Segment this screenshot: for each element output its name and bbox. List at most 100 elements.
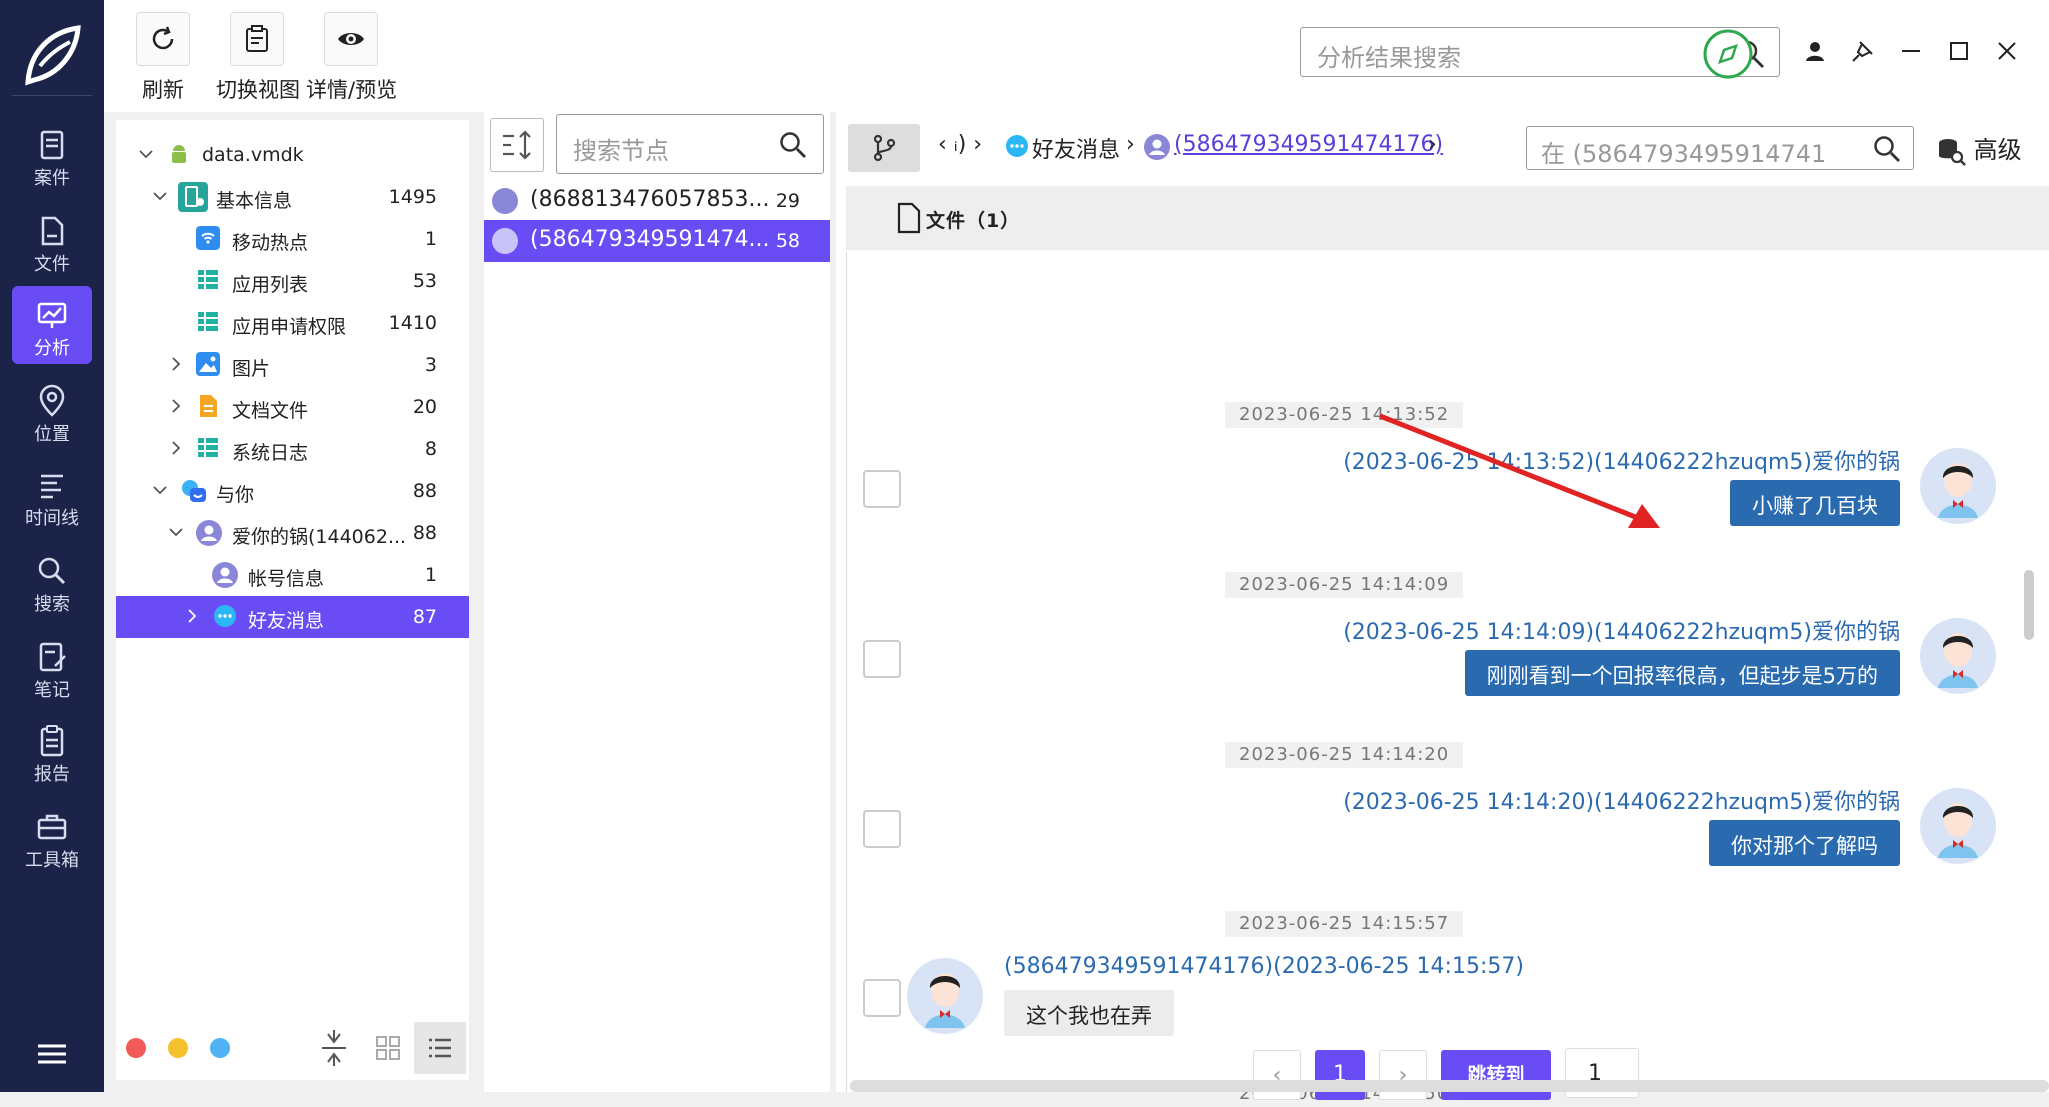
branch-button[interactable] <box>848 124 920 172</box>
message-checkbox[interactable] <box>863 470 901 508</box>
nav-file[interactable]: 文件 <box>12 202 92 280</box>
tree-row-system-log[interactable]: 系统日志 8 <box>116 428 469 470</box>
nav-case[interactable]: 案件 <box>12 116 92 194</box>
nav-analysis[interactable]: 分析 <box>12 286 92 364</box>
nav-report[interactable]: 报告 <box>12 712 92 790</box>
user-icon[interactable] <box>1800 36 1830 66</box>
status-pin-icon[interactable] <box>1702 28 1754 80</box>
chevron-down-icon[interactable] <box>138 146 154 162</box>
pin-icon[interactable] <box>1848 36 1878 66</box>
blue-status-dot[interactable] <box>210 1038 230 1058</box>
message-bubble[interactable]: 这个我也在弄 <box>1004 990 1174 1036</box>
user-avatar-icon <box>196 520 222 546</box>
next-page-button[interactable]: › <box>1379 1050 1427 1100</box>
chevron-right-icon[interactable] <box>168 398 184 414</box>
grid-view-icon[interactable] <box>374 1034 402 1062</box>
tree-row-hotspot[interactable]: 移动热点 1 <box>116 218 469 260</box>
breadcrumb-contact[interactable]: (586479349591474176) <box>1174 132 1443 157</box>
jump-to-page-button[interactable]: 跳转到 <box>1441 1050 1551 1100</box>
location-icon <box>39 384 65 417</box>
message-checkbox[interactable] <box>863 979 901 1017</box>
sort-button[interactable] <box>490 118 544 172</box>
chat-panel: ‹ ᵢ) › 好友消息 › (586479349591474176) › 在 (… <box>836 112 2049 1107</box>
list-icon <box>198 312 218 331</box>
advanced-search-button[interactable]: 高级 <box>1936 130 2022 166</box>
node-row[interactable]: (868813476057853... 29 <box>484 180 830 222</box>
nav-toolbox[interactable]: 工具箱 <box>12 798 92 876</box>
message-bubble[interactable]: 你对那个了解吗 <box>1709 820 1900 866</box>
node-row-count: 29 <box>775 190 800 212</box>
analysis-search-placeholder: 分析结果搜索 <box>1317 44 1461 72</box>
list-view-button[interactable] <box>414 1022 466 1074</box>
tree-row-label: 爱你的锅(144062... <box>232 526 407 548</box>
switch-view-label: 切换视图 <box>216 78 300 102</box>
chat-vertical-scrollbar[interactable] <box>2024 570 2034 640</box>
chevron-right-icon[interactable] <box>168 356 184 372</box>
chevron-down-icon[interactable] <box>152 482 168 498</box>
tree-row-documents[interactable]: 文档文件 20 <box>116 386 469 428</box>
nav-note-label: 笔记 <box>34 680 70 701</box>
chevron-down-icon[interactable] <box>168 524 184 540</box>
tree-row-account-info[interactable]: 帐号信息 1 <box>116 554 469 596</box>
tree-row-label: 与你 <box>216 484 255 506</box>
chevron-right-icon[interactable] <box>168 440 184 456</box>
tree-row-count: 88 <box>412 480 437 502</box>
detail-preview-label: 详情/预览 <box>306 78 398 102</box>
breadcrumb-next[interactable]: › <box>1428 132 1437 157</box>
message-bubble[interactable]: 刚刚看到一个回报率很高，但起步是5万的 <box>1464 650 1900 696</box>
file-attachment-bar[interactable]: 文件（1） <box>846 186 2049 250</box>
breadcrumb-prefix[interactable]: ‹ ᵢ) › <box>938 132 982 157</box>
prev-page-button[interactable]: ‹ <box>1253 1050 1301 1100</box>
breadcrumb-friend-messages[interactable]: 好友消息 <box>1032 132 1120 164</box>
node-row[interactable]: (586479349591474... 58 <box>484 220 830 262</box>
document-icon <box>200 395 217 417</box>
detail-preview-button[interactable] <box>324 12 378 66</box>
database-search-icon <box>1939 139 1966 166</box>
tree-row-basic-info[interactable]: 基本信息 1495 <box>116 176 469 218</box>
maximize-icon[interactable] <box>1944 36 1974 66</box>
red-status-dot[interactable] <box>126 1038 146 1058</box>
tree-row-count: 1410 <box>388 312 437 334</box>
tree-row-label: 应用申请权限 <box>232 316 347 338</box>
tree-row-images[interactable]: 图片 3 <box>116 344 469 386</box>
message-sender: (2023-06-25 14:14:20)(14406222hzuqm5)爱你的… <box>1343 790 1900 815</box>
tree-row-friend-messages[interactable]: 好友消息 87 <box>116 596 469 638</box>
avatar[interactable] <box>907 958 983 1034</box>
chevron-down-icon[interactable] <box>152 188 168 204</box>
file-icon <box>41 216 64 246</box>
nav-search[interactable]: 搜索 <box>12 542 92 620</box>
collapse-icon[interactable] <box>318 1030 350 1066</box>
current-page-button[interactable]: 1 <box>1315 1050 1365 1100</box>
message-checkbox[interactable] <box>863 810 901 848</box>
message-checkbox[interactable] <box>863 640 901 678</box>
tree-row-data-vmdk[interactable]: data.vmdk <box>116 134 469 176</box>
nav-note[interactable]: 笔记 <box>12 628 92 706</box>
close-icon[interactable] <box>1992 36 2022 66</box>
tree-row-account-guo[interactable]: 爱你的锅(144062... 88 <box>116 512 469 554</box>
nav-location[interactable]: 位置 <box>12 372 92 450</box>
in-chat-search-input[interactable]: 在 (5864793495914741 <box>1526 126 1914 170</box>
message-bubble[interactable]: 小赚了几百块 <box>1730 480 1900 526</box>
chevron-right-icon[interactable] <box>184 608 200 624</box>
avatar[interactable] <box>1920 448 1996 524</box>
tree-row-app-list[interactable]: 应用列表 53 <box>116 260 469 302</box>
chat-horizontal-scrollbar[interactable] <box>850 1080 2049 1092</box>
switch-view-icon <box>246 25 268 52</box>
minimize-icon[interactable] <box>1896 36 1926 66</box>
nav-timeline[interactable]: 时间线 <box>12 456 92 534</box>
avatar[interactable] <box>1920 788 1996 864</box>
yellow-status-dot[interactable] <box>168 1038 188 1058</box>
switch-view-button[interactable] <box>230 12 284 66</box>
node-search-input[interactable]: 搜索节点 <box>556 114 824 174</box>
refresh-button[interactable] <box>136 12 190 66</box>
menu-icon[interactable] <box>36 1040 68 1068</box>
tree-row-label: 基本信息 <box>216 190 293 212</box>
tree-row-yuni-app[interactable]: 与你 88 <box>116 470 469 512</box>
nav-case-label: 案件 <box>34 168 70 189</box>
avatar[interactable] <box>1920 618 1996 694</box>
tree-row-app-permissions[interactable]: 应用申请权限 1410 <box>116 302 469 344</box>
logo-divider <box>12 95 92 96</box>
message-bubble-icon <box>214 605 236 627</box>
tree-row-count: 20 <box>412 396 437 418</box>
wifi-icon <box>196 226 220 250</box>
